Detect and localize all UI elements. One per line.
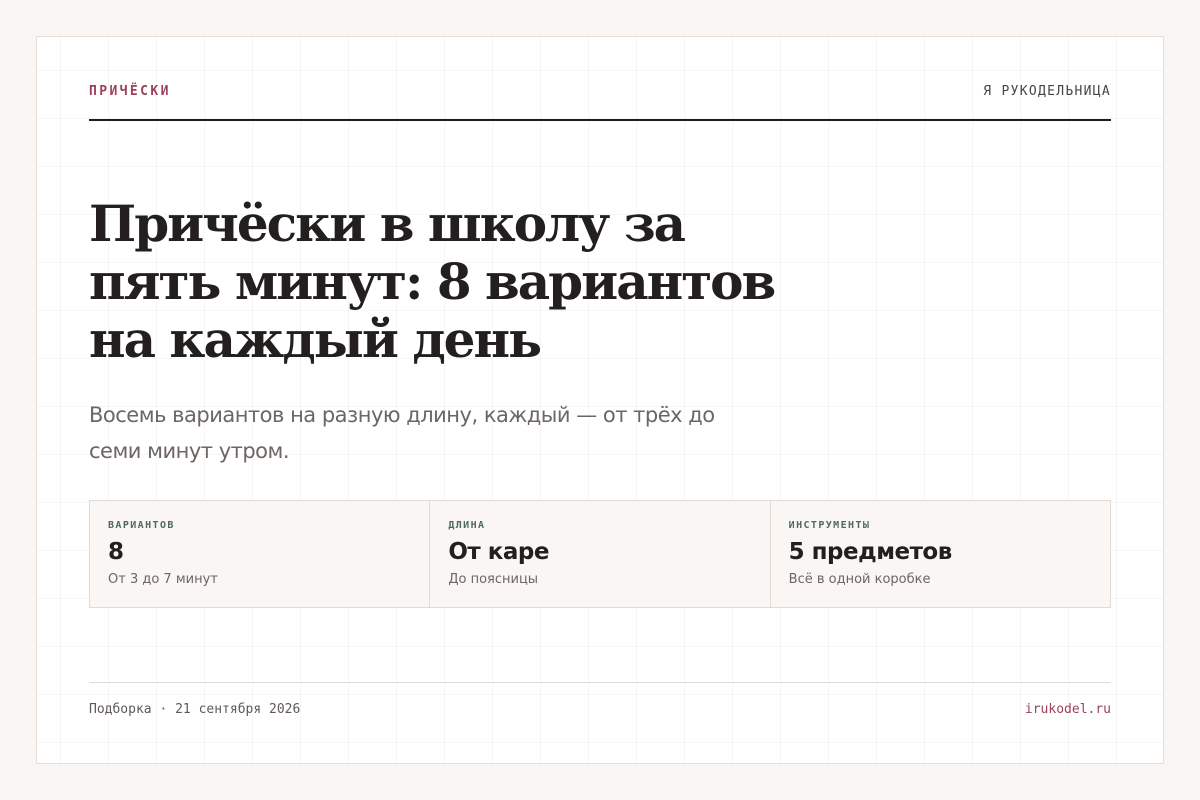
stat-value: От каре — [448, 539, 549, 565]
site-link[interactable]: irukodel.ru — [1025, 702, 1111, 717]
stat-label: ДЛИНА — [448, 520, 486, 531]
stat-value: 5 предметов — [788, 539, 953, 565]
article-card: ПРИЧЁСКИ Я РУКОДЕЛЬНИЦА Причёски в школу… — [36, 36, 1164, 764]
category-link[interactable]: ПРИЧЁСКИ — [89, 84, 171, 99]
article-subtitle: Восемь вариантов на разную длину, каждый… — [89, 403, 715, 463]
stat-tools: ИНСТРУМЕНТЫ 5 предметов Всё в одной коро… — [769, 501, 1110, 607]
stat-value: 8 — [108, 539, 124, 565]
stat-note: Всё в одной коробке — [788, 572, 931, 587]
brand-name[interactable]: Я РУКОДЕЛЬНИЦА — [983, 84, 1111, 99]
stat-label: ВАРИАНТОВ — [108, 520, 175, 531]
footer: Подборка · 21 сентября 2026 irukodel.ru — [89, 682, 1111, 723]
stat-variants: ВАРИАНТОВ 8 От 3 до 7 минут — [90, 501, 429, 607]
stats-panel: ВАРИАНТОВ 8 От 3 до 7 минут ДЛИНА От кар… — [89, 500, 1111, 608]
publication-meta: Подборка · 21 сентября 2026 — [89, 702, 301, 717]
header: ПРИЧЁСКИ Я РУКОДЕЛЬНИЦА — [89, 81, 1111, 121]
stat-length: ДЛИНА От каре До поясницы — [429, 501, 769, 607]
stat-note: До поясницы — [448, 572, 539, 587]
stat-label: ИНСТРУМЕНТЫ — [788, 520, 871, 531]
stat-note: От 3 до 7 минут — [108, 572, 218, 587]
article-title: Причёски в школу за пять минут: 8 вариан… — [89, 194, 776, 369]
